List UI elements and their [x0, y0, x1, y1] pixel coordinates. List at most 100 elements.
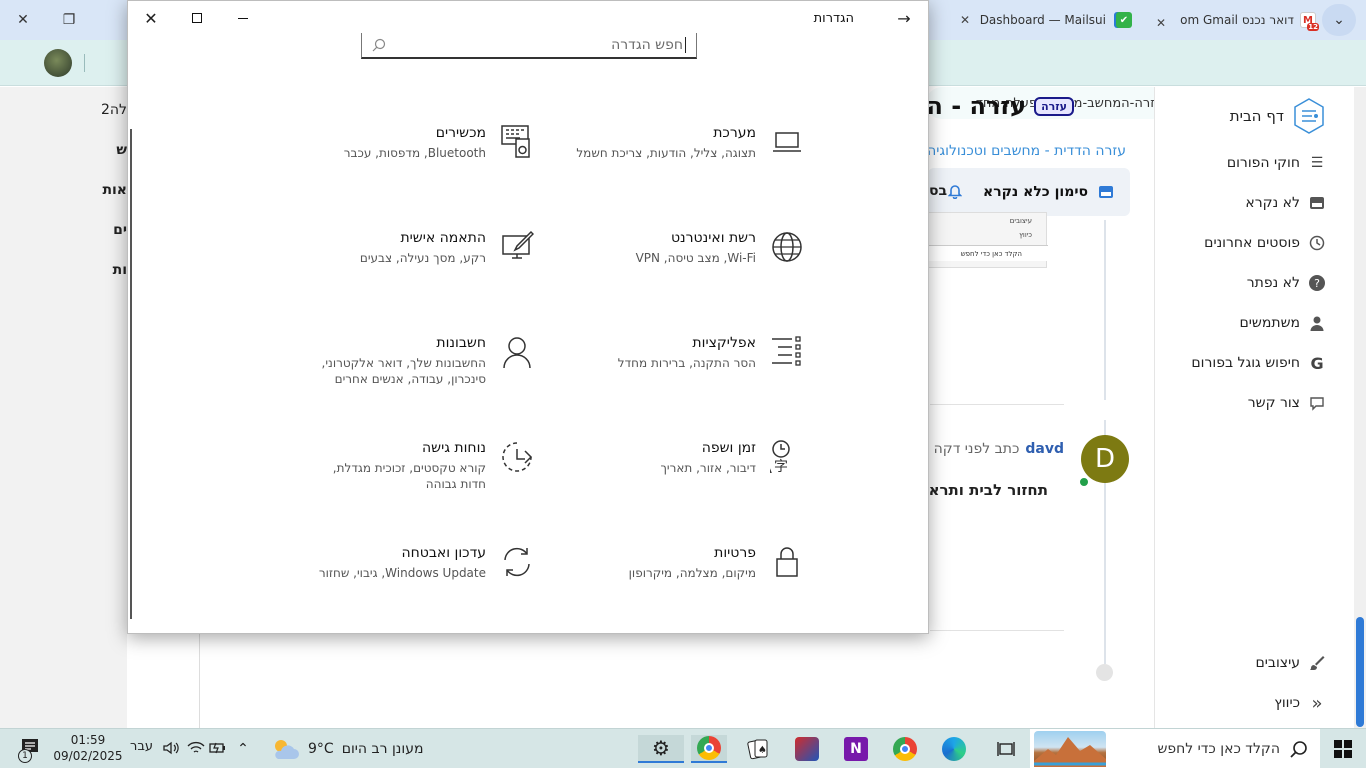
weather-widget[interactable]: מעונן רב היום 9°C — [270, 735, 423, 763]
sidebar-item-rules[interactable]: ☰ חוקי הפורום — [1227, 154, 1326, 172]
input-language[interactable]: עבר — [130, 739, 153, 754]
inbox-icon — [1099, 186, 1113, 198]
sidebar-item-home[interactable]: דף הבית — [1230, 97, 1326, 135]
sidebar-item-label: דף הבית — [1229, 107, 1284, 125]
gmail-badge: 12 — [1307, 23, 1319, 31]
text-cursor — [685, 37, 686, 53]
left-strip-text: ש — [116, 142, 127, 158]
category-description: קורא טקסטים, זכוכית מגדלת, חדות גבוהה — [332, 461, 486, 491]
tab-label: דואר נכנס Gmail ‏om — [1180, 13, 1294, 27]
settings-category-system[interactable]: מערכת תצוגה, צליל, הודעות, צריכת חשמל — [574, 125, 804, 161]
browser-restore-button[interactable]: ❐ — [46, 4, 92, 36]
task-view-icon[interactable] — [988, 735, 1024, 763]
page-scrollbar-thumb[interactable] — [1356, 617, 1364, 727]
browser-close-button[interactable]: ✕ — [0, 4, 46, 36]
category-description: הסר התקנה, ברירות מחדל — [617, 356, 756, 370]
apps-icon — [772, 336, 801, 366]
sidebar-item-unsolved[interactable]: ? לא נפתר — [1247, 274, 1326, 292]
post-timestamp: כתב לפני דקה — [933, 441, 1020, 457]
breadcrumb[interactable]: עזרה הדדית - מחשבים וטכנולוגיה — [927, 143, 1126, 159]
settings-category-ease-of-access[interactable]: נוחות גישה קורא טקסטים, זכוכית מגדלת, חדו… — [304, 440, 534, 492]
category-title: חשבונות — [436, 335, 486, 351]
timeline-line — [1104, 220, 1106, 400]
weather-description: מעונן רב היום — [341, 741, 424, 757]
edge-app-icon[interactable] — [936, 735, 972, 763]
tab-list-chevron-icon[interactable]: ⌄ — [1322, 4, 1356, 36]
breadcrumb-text: עזרה הדדית - מחשבים וטכנולוגיה — [927, 143, 1126, 159]
settings-close-button[interactable]: ✕ — [140, 7, 162, 29]
left-strip-text: לה2 — [100, 102, 127, 118]
settings-category-update-security[interactable]: עדכון ואבטחה Windows Update, גיבוי, שחזור — [304, 545, 534, 581]
settings-category-network[interactable]: רשת ואינטרנט Wi-Fi, מצב טיסה, VPN — [574, 230, 804, 266]
avatar[interactable]: D — [1081, 435, 1129, 483]
settings-category-apps[interactable]: אפליקציות הסר התקנה, ברירות מחדל — [574, 335, 804, 371]
post-header: davd כתב לפני דקה — [934, 441, 1064, 457]
chrome-app-icon-active[interactable] — [691, 735, 727, 763]
user-icon — [1308, 314, 1326, 332]
sidebar-item-recent[interactable]: פוסטים אחרונים — [1204, 234, 1326, 252]
laptop-icon — [773, 132, 801, 152]
sidebar-item-label: חוקי הפורום — [1226, 155, 1300, 171]
volume-icon[interactable] — [162, 741, 180, 755]
personalization-icon — [502, 230, 534, 259]
taskbar-search-box[interactable]: הקלד כאן כדי לחפש — [1030, 729, 1320, 769]
battery-icon[interactable] — [209, 741, 227, 755]
sidebar-item-google-search[interactable]: G חיפוש גוגל בפורום — [1191, 354, 1326, 373]
clock[interactable]: 01:59 09/02/2025 — [52, 732, 124, 764]
search-highlight-image — [1034, 731, 1106, 767]
settings-category-time-language[interactable]: A字 זמן ושפה דיבור, אזור, תאריך — [574, 440, 804, 476]
profile-avatar[interactable] — [44, 49, 72, 77]
settings-category-personalization[interactable]: התאמה אישית רקע, מסך נעילה, צבעים — [304, 230, 534, 266]
settings-search-placeholder: חפש הגדרה — [611, 37, 683, 53]
category-title: מכשירים — [435, 125, 486, 141]
bell-icon[interactable] — [948, 183, 962, 199]
sidebar-item-label: פוסטים אחרונים — [1204, 235, 1300, 251]
settings-minimize-button[interactable] — [232, 7, 254, 29]
settings-category-accounts[interactable]: חשבונות החשבונות שלך, דואר אלקטרוני, סינכ… — [304, 335, 534, 387]
wifi-icon[interactable] — [187, 741, 205, 755]
category-description: רקע, מסך נעילה, צבעים — [359, 251, 486, 265]
page-divider — [199, 630, 200, 728]
category-description: Wi-Fi, מצב טיסה, VPN — [635, 251, 756, 265]
category-title: אפליקציות — [692, 335, 756, 351]
list-icon: ☰ — [1310, 155, 1324, 171]
category-description: Bluetooth, מדפסות, עכבר — [343, 146, 486, 160]
category-description: החשבונות שלך, דואר אלקטרוני, סינכרון, עב… — [321, 356, 486, 386]
start-button[interactable] — [1320, 729, 1366, 769]
sidebar-item-collapse[interactable]: « כיווץ — [1274, 693, 1326, 714]
left-strip-text: ים — [113, 222, 127, 238]
inbox-icon — [1308, 194, 1326, 212]
settings-maximize-button[interactable] — [186, 7, 208, 29]
game-app-icon[interactable] — [789, 735, 825, 763]
tab-label: Dashboard — Mailsui — [979, 13, 1106, 27]
post-author-link[interactable]: davd — [1025, 441, 1064, 457]
svg-text:字: 字 — [774, 459, 788, 474]
sidebar-item-users[interactable]: משתמשים — [1240, 314, 1326, 332]
settings-category-devices[interactable]: מכשירים Bluetooth, מדפסות, עכבר — [304, 125, 534, 161]
settings-category-privacy[interactable]: פרטיות מיקום, מצלמה, מיקרופון — [574, 545, 804, 581]
category-title: פרטיות — [714, 545, 756, 561]
settings-app-icon[interactable]: ⚙ — [638, 735, 684, 763]
clock-time: 01:59 — [70, 733, 106, 747]
mark-unread-button[interactable]: סימון כלא נקרא — [983, 184, 1114, 200]
solitaire-app-icon[interactable]: ♠ — [740, 735, 776, 763]
category-description: מיקום, מצלמה, מיקרופון — [628, 566, 756, 580]
onenote-app-icon[interactable]: N — [838, 735, 874, 763]
settings-scrollbar[interactable] — [130, 129, 132, 619]
sidebar-item-contact[interactable]: צור קשר — [1248, 394, 1326, 412]
globe-icon — [772, 232, 802, 262]
question-icon: ? — [1308, 274, 1326, 292]
sidebar-item-unread[interactable]: לא נקרא — [1245, 194, 1326, 212]
tray-chevron-up-icon[interactable]: ⌃ — [234, 739, 252, 759]
category-description: Windows Update, גיבוי, שחזור — [318, 566, 486, 580]
sidebar-item-themes[interactable]: עיצובים — [1255, 654, 1326, 672]
category-description: דיבור, אזור, תאריך — [660, 461, 756, 475]
tab-close-icon[interactable]: ✕ — [960, 12, 976, 28]
tab-gmail[interactable]: M 12 דואר נכנס Gmail ‏om — [1180, 4, 1320, 36]
settings-back-arrow-icon[interactable]: → — [892, 7, 916, 29]
tab-close-icon[interactable]: ✕ — [1156, 12, 1170, 30]
category-title: נוחות גישה — [422, 440, 486, 456]
chrome-app-icon[interactable] — [887, 735, 923, 763]
toolbar-cut-text: בס — [929, 183, 948, 199]
settings-search-input[interactable]: חפש הגדרה — [361, 33, 697, 59]
